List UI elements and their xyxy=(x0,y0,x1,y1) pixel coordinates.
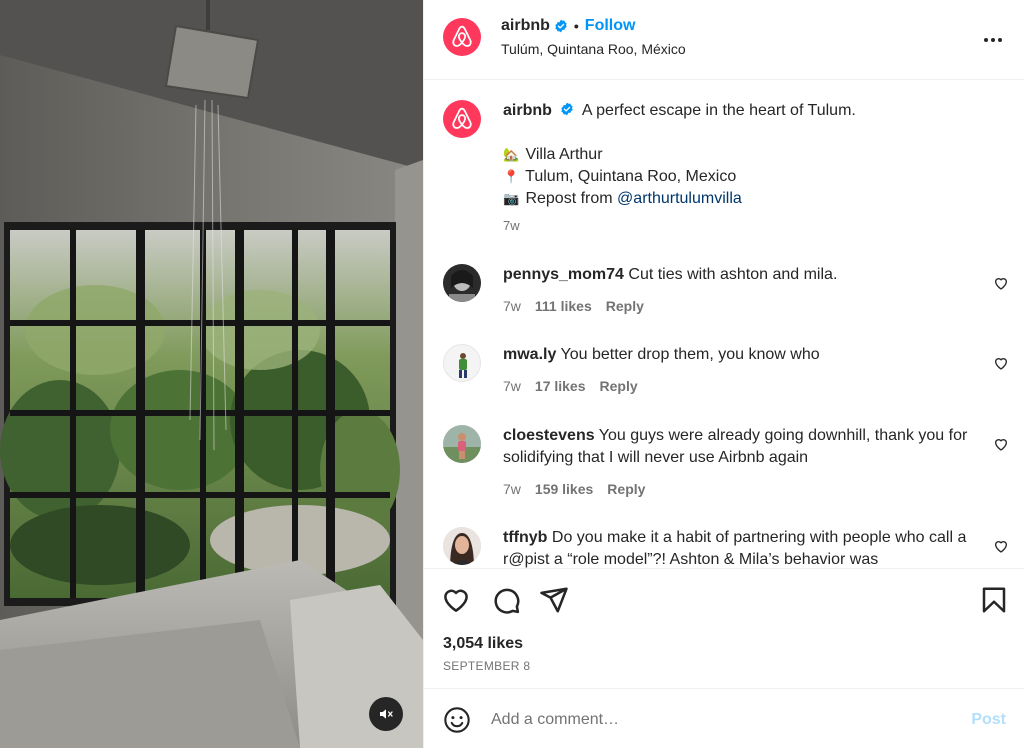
house-emoji-icon: 🏡 xyxy=(503,147,520,162)
comment-likes[interactable]: 159 likes xyxy=(535,481,593,497)
avatar[interactable] xyxy=(443,264,481,302)
comment-text: mwa.ly You better drop them, you know wh… xyxy=(503,344,983,366)
comment-body: Do you make it a habit of partnering wit… xyxy=(503,529,967,568)
caption-location: Tulum, Quintana Roo, Mexico xyxy=(525,168,737,185)
verified-icon xyxy=(555,19,567,33)
comment-meta: 7w 17 likes Reply xyxy=(503,378,638,394)
post-details-panel: airbnb • Follow Tulúm, Quintana Roo, Méx… xyxy=(423,0,1024,748)
more-options-button[interactable] xyxy=(981,28,1005,52)
account-username[interactable]: airbnb xyxy=(501,17,550,35)
avatar[interactable] xyxy=(443,425,481,463)
comment-likes[interactable]: 17 likes xyxy=(535,378,586,394)
mention-link[interactable]: @arthurtulumvilla xyxy=(617,190,742,207)
heart-icon[interactable] xyxy=(441,585,471,615)
mute-icon xyxy=(380,709,393,719)
comment-username[interactable]: tffnyb xyxy=(503,529,547,546)
comment-body: Cut ties with ashton and mila. xyxy=(628,266,838,283)
header-account: airbnb • Follow xyxy=(501,17,635,35)
caption-headline: A perfect escape in the heart of Tulum. xyxy=(581,102,856,119)
more-icon xyxy=(984,38,1002,42)
post-actions: 3,054 likes SEPTEMBER 8 xyxy=(424,568,1024,688)
share-icon[interactable] xyxy=(539,585,569,615)
caption-timestamp[interactable]: 7w xyxy=(503,218,520,233)
comment-time[interactable]: 7w xyxy=(503,481,521,497)
post-header: airbnb • Follow Tulúm, Quintana Roo, Méx… xyxy=(424,0,1024,80)
caption-repost-label: Repost from xyxy=(525,190,618,207)
reply-button[interactable]: Reply xyxy=(600,378,638,394)
heart-icon[interactable] xyxy=(993,355,1009,371)
comment-text: cloestevens You guys were already going … xyxy=(503,425,983,469)
post-photo xyxy=(0,0,423,748)
post-media[interactable] xyxy=(0,0,423,748)
caption-avatar[interactable] xyxy=(443,100,481,138)
comment-username[interactable]: cloestevens xyxy=(503,427,595,444)
heart-icon[interactable] xyxy=(993,275,1009,291)
comment-input[interactable] xyxy=(491,707,951,733)
reply-button[interactable]: Reply xyxy=(607,481,645,497)
add-comment-bar: Post xyxy=(424,688,1024,748)
avatar-image xyxy=(459,353,467,378)
heart-icon[interactable] xyxy=(993,538,1009,554)
comment-text: tffnyb Do you make it a habit of partner… xyxy=(503,527,983,568)
camera-emoji-icon: 📷 xyxy=(503,191,520,206)
comment-username[interactable]: pennys_mom74 xyxy=(503,266,624,283)
emoji-icon[interactable] xyxy=(443,706,471,734)
bookmark-icon[interactable] xyxy=(979,585,1009,615)
comments-scroll-area[interactable]: airbnb A perfect escape in the heart of … xyxy=(424,80,1024,568)
airbnb-logo-icon xyxy=(452,107,472,129)
likes-count[interactable]: 3,054 likes xyxy=(443,635,523,653)
avatar-image xyxy=(443,527,481,565)
caption-line-villa: 🏡 Villa Arthur xyxy=(503,144,983,166)
caption-line-repost: 📷 Repost from @arthurtulumvilla xyxy=(503,188,983,210)
pin-emoji-icon: 📍 xyxy=(503,169,520,184)
caption-line-location: 📍 Tulum, Quintana Roo, Mexico xyxy=(503,166,983,188)
avatar[interactable] xyxy=(443,527,481,565)
comment-meta: 7w 111 likes Reply xyxy=(503,298,644,314)
avatar-image xyxy=(443,264,481,302)
comment-icon[interactable] xyxy=(491,585,521,615)
verified-icon xyxy=(561,102,574,116)
avatar-image xyxy=(443,425,481,463)
comment-text: pennys_mom74 Cut ties with ashton and mi… xyxy=(503,264,983,286)
comment-time[interactable]: 7w xyxy=(503,298,521,314)
follow-button[interactable]: Follow xyxy=(585,17,636,35)
comment-username[interactable]: mwa.ly xyxy=(503,346,556,363)
caption-username[interactable]: airbnb xyxy=(503,102,552,119)
comment-likes[interactable]: 111 likes xyxy=(535,298,592,314)
comment-time[interactable]: 7w xyxy=(503,378,521,394)
caption-villa-name: Villa Arthur xyxy=(525,146,603,163)
avatar[interactable] xyxy=(443,344,481,382)
comment-meta: 7w 159 likes Reply xyxy=(503,481,645,497)
reply-button[interactable]: Reply xyxy=(606,298,644,314)
avatar[interactable] xyxy=(443,18,481,56)
comment-body: You better drop them, you know who xyxy=(560,346,820,363)
post-button[interactable]: Post xyxy=(971,711,1006,729)
mute-button[interactable] xyxy=(369,697,403,731)
post-date[interactable]: SEPTEMBER 8 xyxy=(443,659,530,673)
caption-text: airbnb A perfect escape in the heart of … xyxy=(503,100,983,210)
heart-icon[interactable] xyxy=(993,436,1009,452)
airbnb-logo-icon xyxy=(452,25,472,47)
separator-dot: • xyxy=(573,18,579,34)
location-link[interactable]: Tulúm, Quintana Roo, México xyxy=(501,41,686,57)
